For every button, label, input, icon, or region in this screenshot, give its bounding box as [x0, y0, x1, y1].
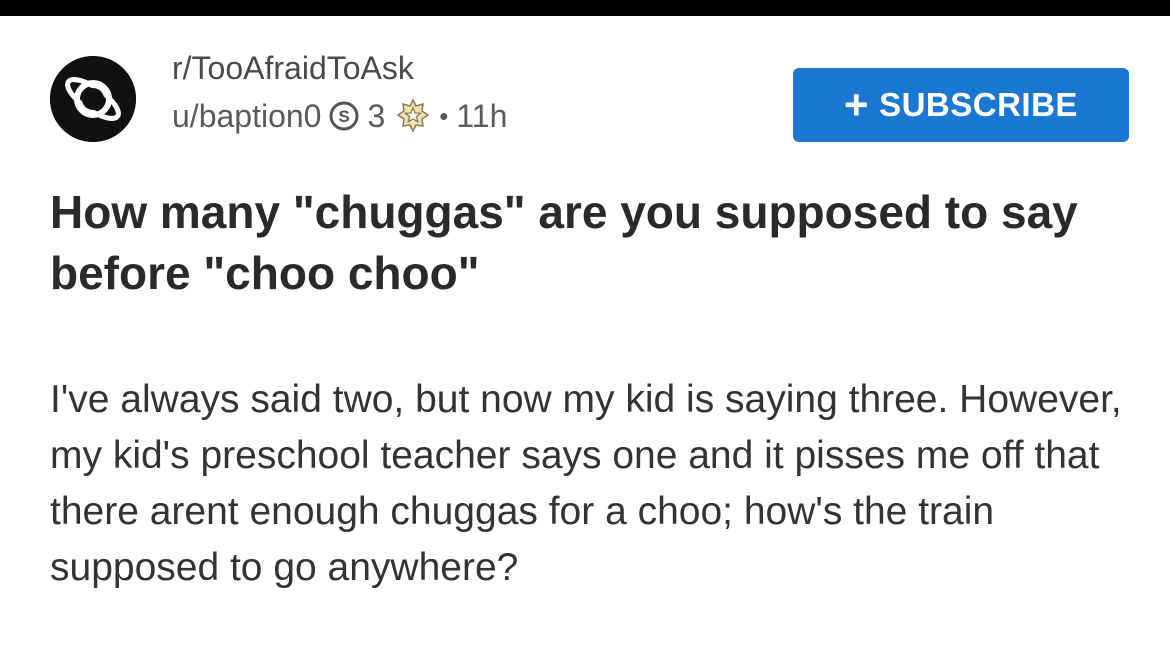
- subreddit-name-link[interactable]: r/TooAfraidToAsk: [172, 48, 414, 88]
- svg-text:S: S: [339, 107, 350, 126]
- meta-separator: •: [439, 100, 449, 131]
- author-username-link[interactable]: u/baption0: [172, 98, 321, 135]
- post-body: I've always said two, but now my kid is …: [50, 378, 1122, 589]
- post-age: 11h: [456, 97, 508, 134]
- coin-s-icon: S: [329, 101, 359, 131]
- karma-count: 3: [367, 97, 386, 134]
- subscribe-button[interactable]: + SUBSCRIBE: [793, 68, 1129, 142]
- plus-icon: +: [844, 81, 870, 128]
- subreddit-avatar-icon[interactable]: [50, 56, 136, 142]
- top-black-bar: [0, 0, 1170, 16]
- star-award-icon: [395, 98, 431, 134]
- subscribe-label: SUBSCRIBE: [879, 86, 1078, 123]
- post-card: r/TooAfraidToAsk u/baption0 S 3 • 11h + …: [0, 16, 1170, 663]
- post-title[interactable]: How many "chuggas" are you supposed to s…: [50, 182, 1130, 304]
- post-meta: u/baption0 S 3 • 11h: [172, 96, 507, 136]
